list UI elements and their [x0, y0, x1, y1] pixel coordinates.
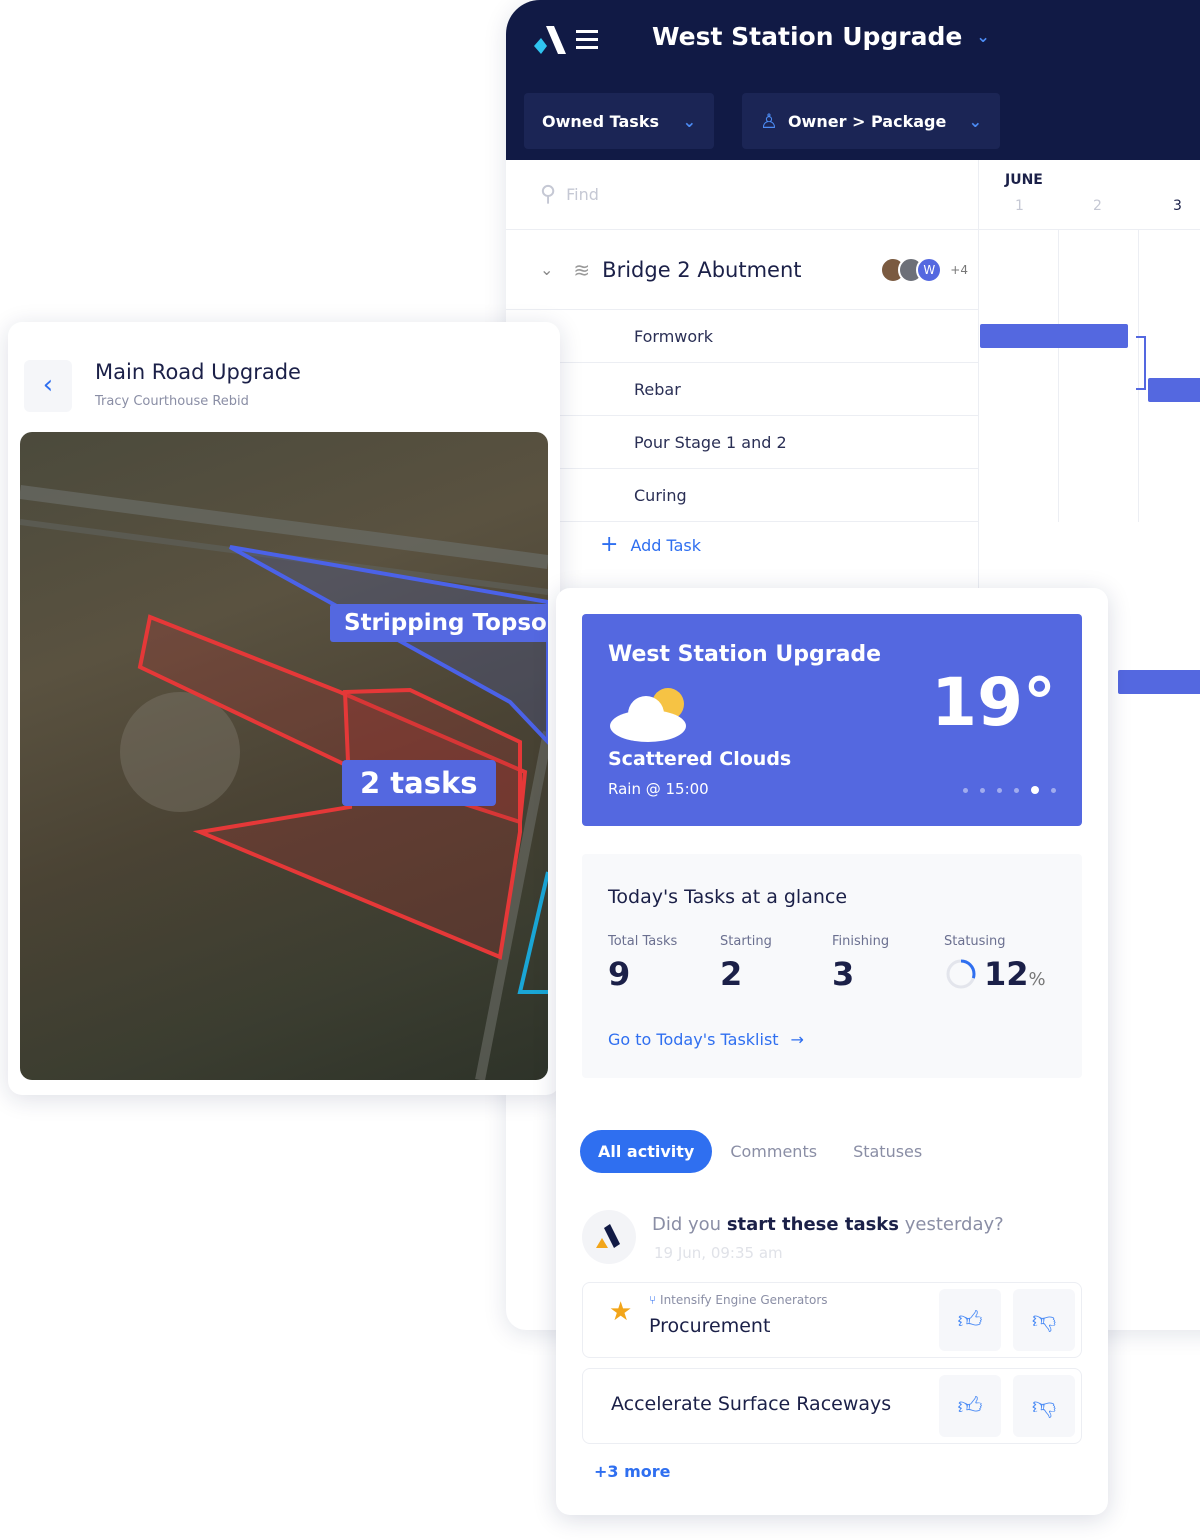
- app-header: West Station Upgrade ⌄ Owned Tasks ⌄ ♙ Owne…: [506, 0, 1200, 160]
- activity-question: Did you start these tasks yesterday?: [652, 1214, 1004, 1235]
- group-row[interactable]: ⌄ ≋ Bridge 2 Abutment W +4: [506, 230, 978, 310]
- layers-icon: ≋: [573, 257, 591, 282]
- progress-ring: [946, 959, 976, 989]
- arrow-right-icon: →: [790, 1030, 804, 1049]
- activity-task-item[interactable]: Accelerate Surface Raceways 👍︎ 👎︎: [582, 1368, 1082, 1444]
- owned-tasks-dropdown[interactable]: Owned Tasks ⌄: [524, 93, 714, 149]
- add-task-button[interactable]: + Add Task: [600, 532, 701, 557]
- dashboard-card: West Station Upgrade 19° Scattered Cloud…: [556, 588, 1108, 1515]
- zone-polygon: [192, 687, 522, 960]
- carousel-dot[interactable]: [1051, 787, 1056, 793]
- app-logo-icon: [534, 26, 566, 54]
- tasklist-link[interactable]: Go to Today's Tasklist →: [608, 1030, 804, 1049]
- menu-icon[interactable]: [576, 30, 598, 49]
- thumbs-down-icon: 👎︎: [1031, 1305, 1057, 1334]
- thumbs-up-button[interactable]: 👍︎: [939, 1289, 1001, 1351]
- thumbs-down-button[interactable]: 👎︎: [1013, 1289, 1075, 1351]
- carousel-dot[interactable]: [997, 787, 1002, 793]
- activity-task-item[interactable]: ★ ⑂ Intensify Engine Generators Procurem…: [582, 1282, 1082, 1358]
- chevron-down-icon: ⌄: [976, 27, 990, 46]
- project-selector[interactable]: West Station Upgrade ⌄: [652, 22, 990, 51]
- thumbs-up-button[interactable]: 👍︎: [939, 1375, 1001, 1437]
- thumbs-up-icon: 👍︎: [957, 1391, 983, 1420]
- search-icon: ⚲: [540, 182, 557, 207]
- tab-comments[interactable]: Comments: [712, 1130, 835, 1173]
- stat-finishing: Finishing 3: [832, 934, 890, 993]
- weather-widget[interactable]: West Station Upgrade 19° Scattered Cloud…: [582, 614, 1082, 826]
- chevron-down-icon: ⌄: [682, 111, 696, 131]
- carousel-dots[interactable]: [963, 786, 1056, 794]
- stat-statusing: Statusing 12%: [944, 934, 1046, 993]
- task-row[interactable]: Curing: [506, 469, 978, 522]
- task-row[interactable]: Rebar: [506, 363, 978, 416]
- activity-tabs: All activity Comments Statuses: [580, 1130, 940, 1173]
- back-button[interactable]: ‹: [24, 360, 72, 412]
- grouping-dropdown[interactable]: ♙ Owner > Package ⌄: [742, 93, 1000, 149]
- app-logo-icon: [596, 1224, 620, 1248]
- branch-icon: ⑂: [649, 1293, 657, 1307]
- chevron-down-icon: ⌄: [968, 111, 982, 131]
- stat-total: Total Tasks 9: [608, 934, 678, 993]
- dependency-line: [1136, 336, 1146, 390]
- star-icon[interactable]: ★: [609, 1297, 632, 1327]
- carousel-dot[interactable]: [1031, 786, 1039, 794]
- plus-icon: +: [600, 532, 619, 557]
- tab-statuses[interactable]: Statuses: [835, 1130, 940, 1173]
- thumbs-down-icon: 👎︎: [1031, 1391, 1057, 1420]
- gantt-bar[interactable]: [1118, 670, 1200, 694]
- chevron-left-icon: ‹: [42, 370, 54, 400]
- avatar-group: W +4: [880, 256, 978, 283]
- map-label[interactable]: Stripping Topsoil: [330, 604, 548, 642]
- gantt-header: JUNE 1 2 3: [979, 160, 1200, 230]
- chevron-down-icon[interactable]: ⌄: [540, 260, 553, 279]
- task-row[interactable]: Pour Stage 1 and 2: [506, 416, 978, 469]
- task-row[interactable]: Formwork: [506, 310, 978, 363]
- gantt-bar[interactable]: [1148, 378, 1200, 402]
- map-label[interactable]: 2 tasks: [342, 760, 496, 806]
- map-card: ‹ Main Road Upgrade Tracy Courthouse Reb…: [8, 322, 560, 1095]
- parent-task: ⑂ Intensify Engine Generators: [649, 1293, 828, 1307]
- thumbs-up-icon: 👍︎: [957, 1305, 983, 1334]
- search-field[interactable]: ⚲ Find: [506, 160, 978, 230]
- avatar: W: [916, 256, 943, 283]
- app-avatar: [582, 1210, 636, 1264]
- tab-all-activity[interactable]: All activity: [580, 1130, 713, 1173]
- thumbs-down-button[interactable]: 👎︎: [1013, 1375, 1075, 1437]
- carousel-dot[interactable]: [980, 787, 985, 793]
- satellite-map[interactable]: Stripping Topsoil 2 tasks: [20, 432, 548, 1080]
- gantt-bar[interactable]: [980, 324, 1128, 348]
- tasks-glance: Today's Tasks at a glance Total Tasks 9 S…: [582, 854, 1082, 1078]
- partly-cloudy-icon: [610, 688, 686, 742]
- user-icon: ♙: [760, 109, 778, 133]
- stat-starting: Starting 2: [720, 934, 772, 993]
- carousel-dot[interactable]: [963, 787, 968, 793]
- carousel-dot[interactable]: [1014, 787, 1019, 793]
- more-link[interactable]: +3 more: [594, 1462, 671, 1481]
